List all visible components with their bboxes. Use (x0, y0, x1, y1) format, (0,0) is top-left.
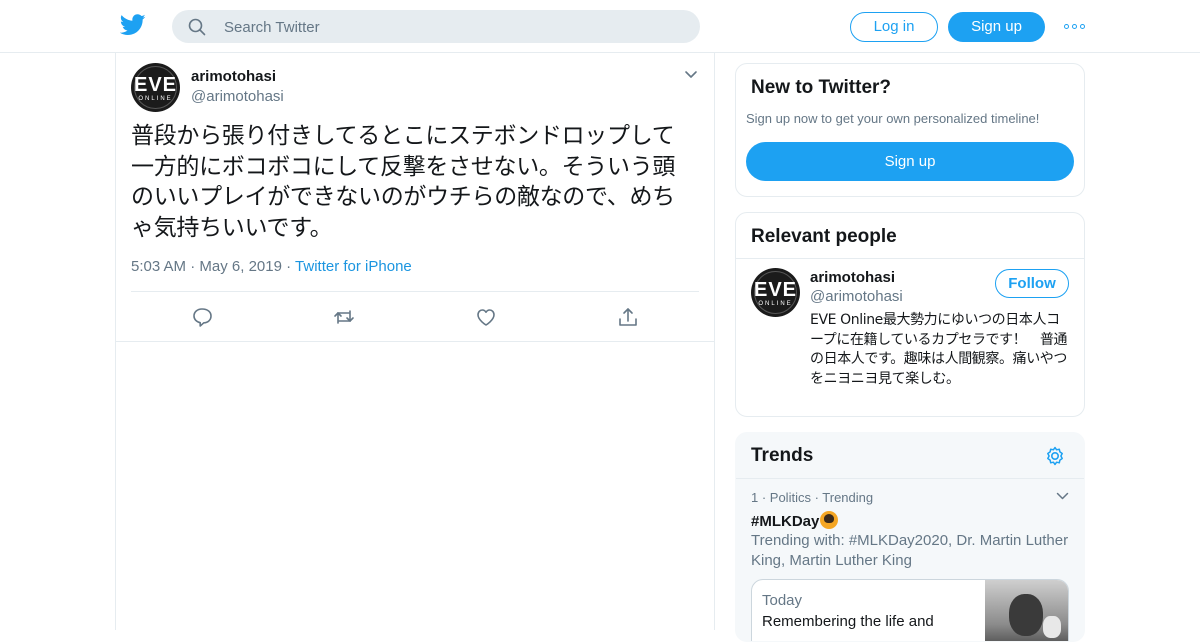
card-title: New to Twitter? (751, 77, 892, 98)
gear-icon[interactable] (1044, 445, 1066, 467)
follow-button[interactable]: Follow (995, 269, 1069, 298)
avatar-logo-text: EVE (133, 74, 178, 96)
mlk-emoji-icon (820, 511, 839, 529)
search-icon (188, 18, 206, 36)
relevant-people-card: Relevant people EVE ONLINE arimotohasi @… (735, 212, 1085, 417)
person-bio: EVE Online最大勢力にゆいつの日本人コープに在籍しているカプセラです！ … (810, 312, 1068, 387)
tweet: EVE ONLINE arimotohasi @arimotohasi 普段から… (116, 53, 714, 342)
person-handle[interactable]: @arimotohasi (810, 288, 903, 305)
trend-name: #MLKDay (751, 513, 820, 530)
avatar-logo-subtext: ONLINE (138, 96, 173, 102)
twitter-bird-icon[interactable] (120, 14, 146, 36)
avatar[interactable]: EVE ONLINE (751, 268, 800, 317)
separator: · (190, 258, 196, 275)
tweet-metadata: 5:03 AM · May 6, 2019 · Twitter for iPho… (131, 258, 412, 275)
card-title: Relevant people (751, 226, 897, 247)
login-button[interactable]: Log in (850, 12, 938, 42)
tweet-text: 普段から張り付きしてるとこにステボンドロップして一方的にボコボコにして反撃をさせ… (131, 123, 676, 241)
trend-meta: 1 · Politics · Trending (751, 490, 874, 505)
separator: · (286, 258, 292, 275)
search-input[interactable] (222, 10, 686, 45)
like-icon[interactable] (475, 306, 497, 328)
chevron-down-icon[interactable] (684, 70, 698, 80)
divider (736, 478, 1084, 479)
avatar[interactable]: EVE ONLINE (131, 63, 180, 112)
card-title: Trends (751, 445, 814, 466)
moment-title: Remembering the life and (762, 613, 934, 630)
signup-button[interactable]: Sign up (746, 142, 1074, 181)
trend-moment-card[interactable]: Today Remembering the life and (751, 579, 1069, 641)
divider (131, 291, 699, 292)
reply-icon[interactable] (191, 306, 213, 328)
tweet-author-handle[interactable]: @arimotohasi (191, 88, 284, 105)
tweet-date[interactable]: May 6, 2019 (199, 258, 282, 275)
search-box[interactable] (172, 10, 700, 45)
moment-label: Today (762, 592, 803, 609)
tweet-author-name[interactable]: arimotohasi (191, 68, 276, 85)
trend-item[interactable]: #MLKDay (751, 511, 839, 530)
new-to-twitter-card: New to Twitter? Sign up now to get your … (735, 63, 1085, 197)
avatar-logo-subtext: ONLINE (758, 301, 793, 307)
avatar-logo-text: EVE (753, 279, 798, 301)
signup-button[interactable]: Sign up (948, 12, 1045, 42)
divider (736, 258, 1084, 259)
trends-card: Trends 1 · Politics · Trending #MLKDay T… (735, 432, 1085, 642)
trend-trending-with: Trending with: #MLKDay2020, Dr. Martin L… (751, 532, 1069, 569)
chevron-down-icon[interactable] (1056, 492, 1069, 501)
tweet-time[interactable]: 5:03 AM (131, 258, 186, 275)
moment-photo (985, 580, 1068, 641)
share-icon[interactable] (617, 306, 639, 328)
main-column: EVE ONLINE arimotohasi @arimotohasi 普段から… (115, 53, 715, 630)
card-subtitle: Sign up now to get your own personalized… (746, 111, 1040, 126)
top-navigation-bar: Log in Sign up (0, 0, 1200, 53)
more-dots-icon[interactable] (1064, 18, 1086, 36)
person-name[interactable]: arimotohasi (810, 269, 895, 286)
tweet-source-link[interactable]: Twitter for iPhone (295, 258, 412, 275)
retweet-icon[interactable] (333, 306, 355, 328)
